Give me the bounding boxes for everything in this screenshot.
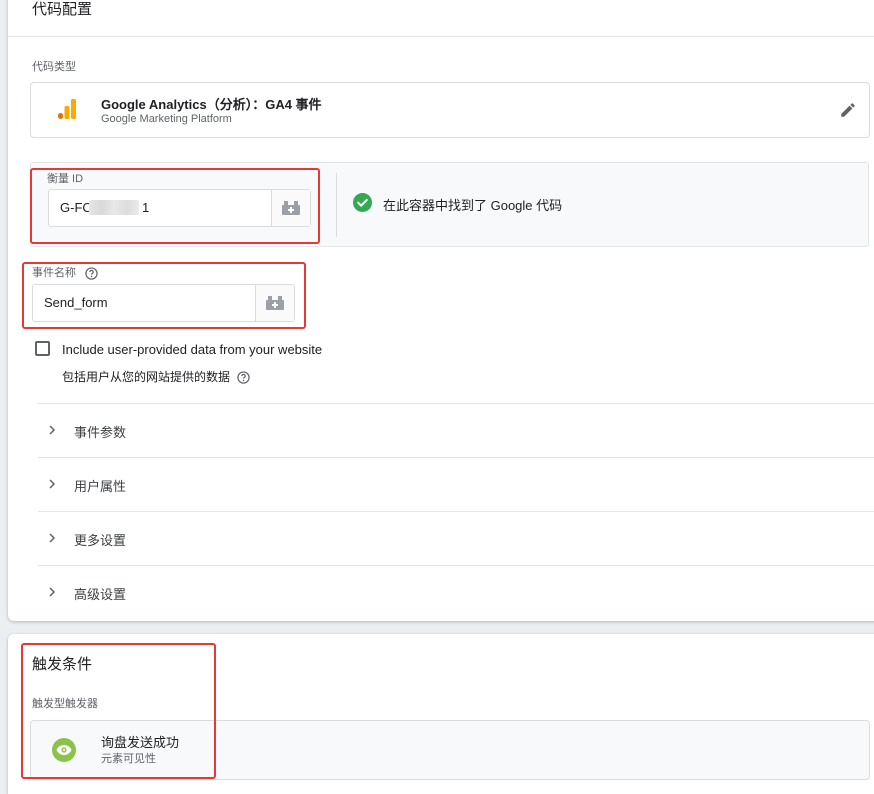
tag-type-selector[interactable]: Google Analytics（分析）：GA4 事件 Google Marke… [30, 82, 870, 138]
highlight-box-triggering [21, 643, 216, 779]
section-label: 用户属性 [74, 479, 127, 494]
section-label: 更多设置 [74, 533, 127, 548]
header-divider [8, 36, 874, 37]
chevron-right-icon [49, 587, 56, 597]
pencil-icon[interactable] [839, 101, 857, 119]
user-data-sub-label: 包括用户从您的网站提供的数据 [62, 368, 251, 385]
google-analytics-icon [58, 99, 76, 119]
chevron-right-icon [49, 425, 56, 435]
highlight-box-event-name [22, 262, 306, 329]
chevron-right-icon [49, 479, 56, 489]
tag-type-name: Google Analytics（分析）：GA4 事件 [101, 97, 322, 112]
section-label: 事件参数 [74, 425, 127, 440]
tag-configuration-title: 代码配置 [32, 1, 93, 18]
user-data-sub-text: 包括用户从您的网站提供的数据 [62, 370, 231, 384]
section-more-settings[interactable]: 更多设置 [38, 511, 874, 565]
user-data-label[interactable]: Include user-provided data from your web… [62, 342, 322, 357]
user-data-checkbox[interactable] [35, 341, 50, 356]
section-event-parameters[interactable]: 事件参数 [38, 403, 874, 457]
section-advanced-settings[interactable]: 高级设置 [38, 565, 874, 619]
section-label: 高级设置 [74, 587, 127, 602]
help-icon[interactable] [237, 371, 251, 385]
highlight-box-measurement-id [30, 168, 320, 244]
panel-divider [336, 173, 337, 237]
check-circle-icon [353, 193, 372, 212]
tag-found-message: 在此容器中找到了 Google 代码 [383, 198, 563, 213]
chevron-right-icon [49, 533, 56, 543]
section-user-properties[interactable]: 用户属性 [38, 457, 874, 511]
tag-type-platform: Google Marketing Platform [101, 113, 232, 125]
tag-type-label: 代码类型 [32, 61, 76, 73]
